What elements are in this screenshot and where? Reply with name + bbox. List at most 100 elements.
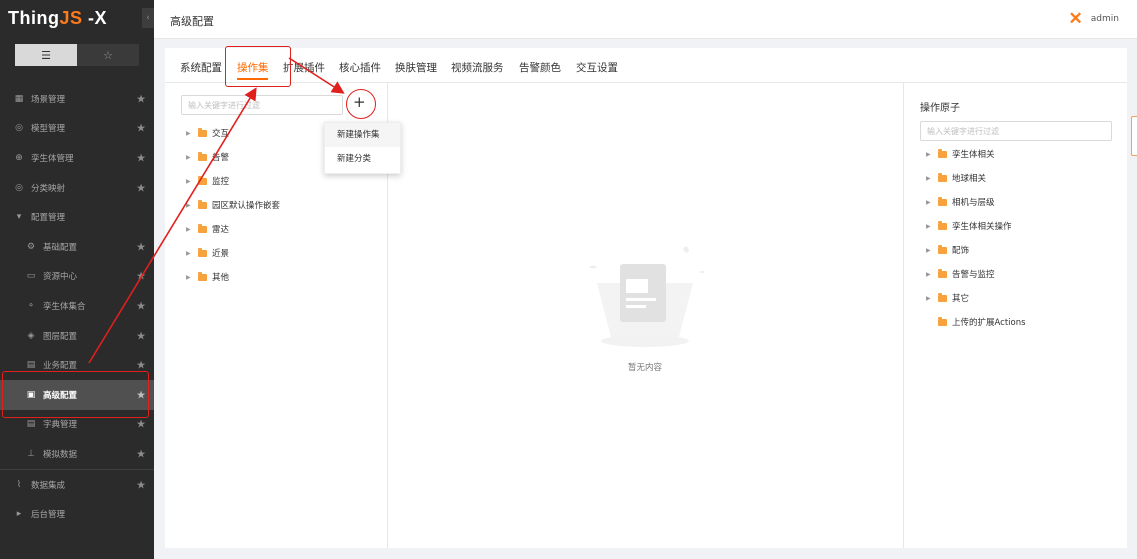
favorite-star-icon[interactable]: ★ [136, 388, 146, 401]
folder-icon [198, 271, 207, 281]
sidebar-item-8[interactable]: ◈ 图层配置 ★ [0, 321, 154, 351]
sidebar-item-label: 图层配置 [43, 331, 78, 342]
sidebar-menu: ▦ 场景管理 ★ ◎ 模型管理 ★ ⊕ 孪生体管理 ★ ◎ 分类映射 ★ ▾ 配置管理 ⚙ 基础配置 ★ ▭ 资源中… [0, 84, 154, 529]
sidebar-item-label: 场景管理 [31, 94, 66, 105]
operation-search-input[interactable] [181, 95, 343, 115]
sidebar-item-5[interactable]: ⚙ 基础配置 ★ [0, 232, 154, 262]
atom-tree-node[interactable]: ▶ 孪生体相关操作 [926, 219, 1012, 233]
sidebar-item-icon: ⊕ [15, 152, 23, 163]
atoms-search-input[interactable] [920, 121, 1112, 141]
sidebar-item-label: 模拟数据 [43, 449, 78, 460]
sidebar-item-4[interactable]: ▾ 配置管理 [0, 202, 154, 232]
favorite-star-icon[interactable]: ★ [136, 270, 146, 283]
atom-tree-node[interactable]: ▶ 孪生体相关 [926, 147, 995, 161]
expand-arrow-icon[interactable]: ▶ [926, 295, 938, 302]
atom-tree-node[interactable]: ▶ 告警与监控 [926, 267, 995, 281]
sidebar-item-13[interactable]: ⌇ 数据集成 ★ [0, 468, 154, 500]
sidebar-item-icon: ◈ [27, 330, 35, 341]
sidebar-item-label: 模型管理 [31, 124, 66, 135]
atom-tree-node[interactable]: ▶ 配饰 [926, 243, 969, 257]
side-drawer-handle[interactable] [1131, 116, 1137, 156]
tree-node[interactable]: ▶ 交互 [186, 126, 229, 140]
sidebar-item-2[interactable]: ⊕ 孪生体管理 ★ [0, 143, 154, 173]
atom-tree-node-label: 地球相关 [952, 174, 987, 184]
favorite-star-icon[interactable]: ★ [136, 478, 146, 491]
favorites-star-icon[interactable]: ☆ [77, 44, 139, 66]
sidebar-item-10[interactable]: ▣ 高级配置 ★ [0, 379, 154, 410]
collapse-sidebar-button[interactable]: ‹ [142, 8, 154, 28]
expand-arrow-icon[interactable]: ▶ [186, 178, 198, 185]
tab-video-stream[interactable]: 视频流服务 [451, 60, 504, 75]
expand-arrow-icon[interactable]: ▶ [186, 226, 198, 233]
sidebar-item-6[interactable]: ▭ 资源中心 ★ [0, 262, 154, 292]
expand-arrow-icon[interactable]: ▶ [926, 175, 938, 182]
sidebar-item-icon: ⊥ [27, 448, 35, 459]
favorite-star-icon[interactable]: ★ [136, 447, 146, 460]
atom-tree-node[interactable]: ▶ 地球相关 [926, 171, 986, 185]
atom-tree-node-label: 相机与层级 [952, 198, 995, 208]
expand-arrow-icon[interactable]: ▶ [186, 202, 198, 209]
favorite-star-icon[interactable]: ★ [136, 359, 146, 372]
tab-core-plugins[interactable]: 核心插件 [339, 60, 381, 75]
sidebar-item-3[interactable]: ◎ 分类映射 ★ [0, 173, 154, 203]
expand-arrow-icon[interactable]: ▶ [186, 250, 198, 257]
favorite-star-icon[interactable]: ★ [136, 240, 146, 253]
atom-tree-node[interactable]: ▶ 其它 [926, 291, 969, 305]
app-logo: ThingJS -X [8, 8, 108, 28]
expand-arrow-icon[interactable]: ▶ [926, 271, 938, 278]
annotation-plus-highlight [346, 89, 376, 119]
atom-tree-node-label: 孪生体相关操作 [952, 222, 1012, 232]
favorite-star-icon[interactable]: ★ [136, 418, 146, 431]
folder-icon [198, 247, 207, 257]
sidebar-item-label: 分类映射 [31, 183, 66, 194]
favorite-star-icon[interactable]: ★ [136, 299, 146, 312]
user-menu[interactable]: ✕ admin [1069, 10, 1119, 27]
new-operation-set-item[interactable]: 新建操作集 [325, 123, 400, 147]
expand-arrow-icon[interactable]: ▶ [926, 247, 938, 254]
atom-tree-node-label: 上传的扩展Actions [952, 318, 1026, 328]
expand-arrow-icon[interactable]: ▶ [186, 154, 198, 161]
favorite-star-icon[interactable]: ★ [136, 329, 146, 342]
sidebar-item-14[interactable]: ▸ 后台管理 [0, 499, 154, 529]
tree-node[interactable]: ▶ 雷达 [186, 222, 229, 236]
sidebar-item-icon: ⚬ [27, 300, 35, 311]
favorite-star-icon[interactable]: ★ [136, 92, 146, 105]
expand-arrow-icon[interactable]: ▶ [926, 151, 938, 158]
sidebar-item-9[interactable]: ▤ 业务配置 ★ [0, 350, 154, 380]
empty-state-illustration [589, 246, 705, 347]
page-title: 高级配置 [170, 15, 214, 28]
favorite-star-icon[interactable]: ★ [136, 122, 146, 135]
sidebar-item-icon: ⚙ [26, 241, 36, 252]
atom-tree-node[interactable]: ▶ 相机与层级 [926, 195, 995, 209]
folder-icon [938, 220, 947, 230]
tab-system-config[interactable]: 系统配置 [180, 60, 222, 75]
sidebar-item-7[interactable]: ⚬ 孪生体集合 ★ [0, 291, 154, 321]
tab-operation-set[interactable]: 操作集 [237, 60, 269, 75]
sidebar-item-12[interactable]: ⊥ 模拟数据 ★ [0, 439, 154, 469]
tree-node[interactable]: ▶ 近景 [186, 246, 229, 260]
favorite-star-icon[interactable]: ★ [136, 151, 146, 164]
tree-node[interactable]: ▶ 园区默认操作嵌套 [186, 198, 280, 212]
expand-arrow-icon[interactable]: ▶ [186, 274, 198, 281]
tab-extension-plugins[interactable]: 扩展插件 [283, 60, 325, 75]
tab-skin-management[interactable]: 换肤管理 [395, 60, 437, 75]
expand-arrow-icon[interactable]: ▶ [926, 223, 938, 230]
folder-icon [938, 268, 947, 278]
new-category-item[interactable]: 新建分类 [325, 147, 400, 171]
tab-alarm-color[interactable]: 告警颜色 [519, 60, 561, 75]
tree-node[interactable]: ▶ 其他 [186, 270, 229, 284]
sidebar-item-label: 数据集成 [31, 480, 66, 491]
list-view-icon[interactable]: ☰ [15, 44, 77, 66]
sidebar-item-0[interactable]: ▦ 场景管理 ★ [0, 84, 154, 114]
tab-interaction-settings[interactable]: 交互设置 [576, 60, 618, 75]
folder-icon [198, 127, 207, 137]
sidebar-item-label: 后台管理 [31, 510, 66, 521]
tree-node[interactable]: ▶ 监控 [186, 174, 229, 188]
favorite-star-icon[interactable]: ★ [136, 181, 146, 194]
sidebar-item-11[interactable]: ▤ 字典管理 ★ [0, 410, 154, 440]
sidebar-item-1[interactable]: ◎ 模型管理 ★ [0, 114, 154, 144]
expand-arrow-icon[interactable]: ▶ [186, 130, 198, 137]
tree-node[interactable]: ▶ 告警 [186, 150, 229, 164]
atom-tree-node[interactable]: 上传的扩展Actions [938, 315, 1026, 329]
expand-arrow-icon[interactable]: ▶ [926, 199, 938, 206]
